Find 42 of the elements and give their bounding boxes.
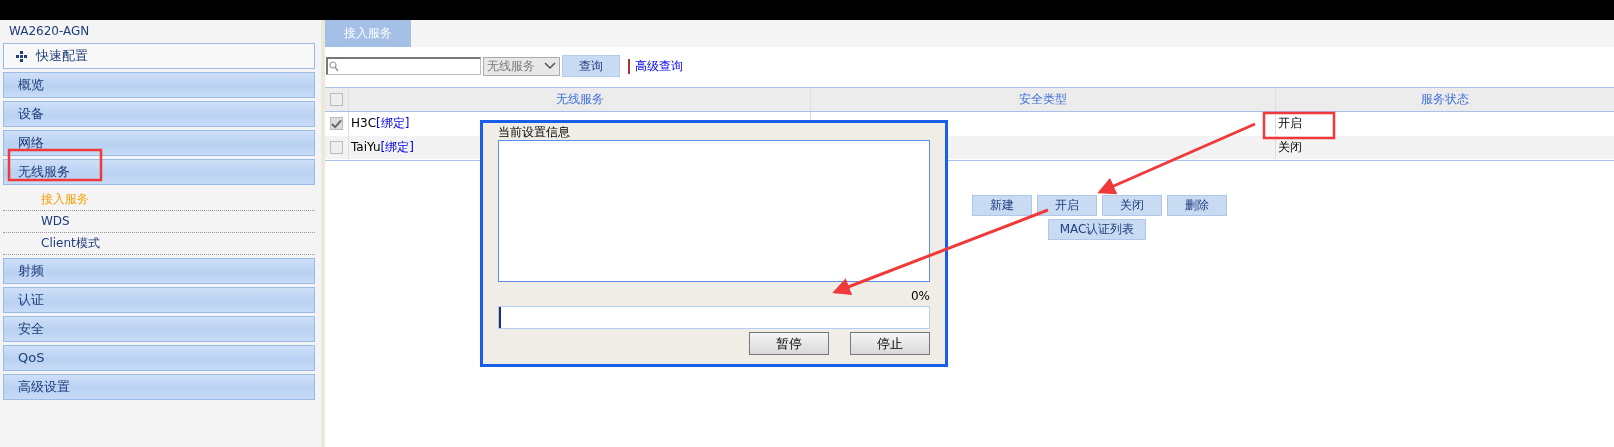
search-icon	[329, 61, 339, 72]
dialog-button[interactable]: 停止	[850, 332, 930, 355]
device-name: WA2620-AGN	[8, 23, 91, 40]
quick-config-item[interactable]: 快速配置	[3, 43, 315, 69]
sidebar-item[interactable]: 无线服务	[3, 159, 315, 185]
action-button[interactable]: 删除	[1167, 195, 1227, 216]
sidebar-item[interactable]: 网络	[3, 130, 315, 156]
bind-link[interactable]: [绑定]	[380, 140, 414, 154]
sidebar-subitem[interactable]: Client模式	[3, 233, 315, 255]
service-name: H3C	[351, 116, 377, 130]
service-status: 开启	[1278, 116, 1302, 130]
dialog-title: 当前设置信息	[498, 124, 571, 140]
query-button[interactable]: 查询	[562, 55, 620, 77]
select-all-checkbox[interactable]	[330, 93, 343, 106]
sidebar-item[interactable]: 安全	[3, 316, 315, 342]
sidebar-item[interactable]: 射频	[3, 258, 315, 284]
column-header: 安全类型	[811, 88, 1276, 111]
bind-link[interactable]: [绑定]	[376, 116, 410, 130]
service-status: 关闭	[1278, 140, 1302, 154]
action-button[interactable]: 新建	[972, 195, 1032, 216]
sidebar-item[interactable]: 高级设置	[3, 374, 315, 400]
sidebar-item[interactable]: QoS	[3, 345, 315, 371]
action-button[interactable]: 开启	[1037, 195, 1097, 216]
filter-dropdown[interactable]: 无线服务	[483, 56, 560, 76]
row-checkbox[interactable]	[330, 141, 343, 154]
column-header: 无线服务	[349, 88, 811, 111]
progress-percent: 0%	[909, 288, 930, 304]
service-name: TaiYu	[351, 140, 381, 154]
chevron-down-icon	[544, 62, 556, 70]
action-button[interactable]: 关闭	[1102, 195, 1162, 216]
action-button[interactable]: MAC认证列表	[1048, 219, 1146, 240]
advanced-query-link[interactable]: 高级查询	[635, 57, 683, 75]
dialog-button[interactable]: 暂停	[749, 332, 829, 355]
sidebar-subitem[interactable]: WDS	[3, 211, 315, 233]
quick-config-label: 快速配置	[36, 47, 88, 65]
column-header: 服务状态	[1420, 91, 1470, 108]
sidebar-item[interactable]: 设备	[3, 101, 315, 127]
diamond-icon	[16, 50, 27, 62]
search-field[interactable]	[326, 57, 481, 75]
sidebar-item[interactable]: 概览	[3, 72, 315, 98]
sidebar-item[interactable]: 认证	[3, 287, 315, 313]
row-checkbox[interactable]	[330, 117, 343, 130]
